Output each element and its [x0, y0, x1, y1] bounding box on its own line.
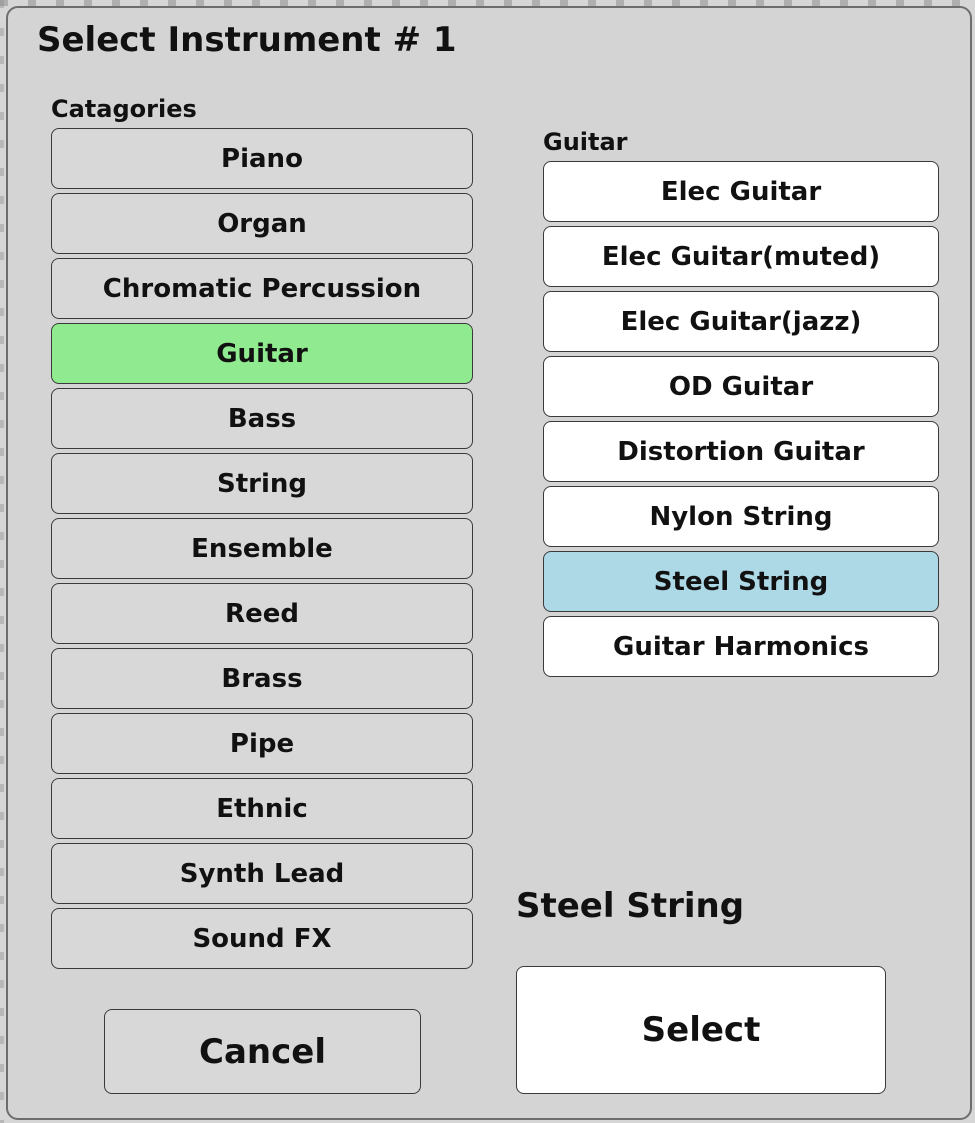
instrument-group-label: Guitar: [543, 128, 628, 156]
category-button[interactable]: Synth Lead: [51, 843, 473, 904]
category-button[interactable]: Chromatic Percussion: [51, 258, 473, 319]
category-button-selected[interactable]: Guitar: [51, 323, 473, 384]
category-button[interactable]: Organ: [51, 193, 473, 254]
cancel-button[interactable]: Cancel: [104, 1009, 421, 1094]
category-button[interactable]: Pipe: [51, 713, 473, 774]
category-button[interactable]: Ethnic: [51, 778, 473, 839]
category-button[interactable]: Sound FX: [51, 908, 473, 969]
instrument-button[interactable]: Nylon String: [543, 486, 939, 547]
selected-instrument-name: Steel String: [516, 886, 745, 926]
category-button[interactable]: Ensemble: [51, 518, 473, 579]
instrument-button[interactable]: Elec Guitar(jazz): [543, 291, 939, 352]
category-list: Piano Organ Chromatic Percussion Guitar …: [51, 128, 473, 973]
select-button[interactable]: Select: [516, 966, 886, 1094]
categories-label: Catagories: [51, 95, 197, 123]
instrument-button-selected[interactable]: Steel String: [543, 551, 939, 612]
category-button[interactable]: String: [51, 453, 473, 514]
instrument-list: Elec Guitar Elec Guitar(muted) Elec Guit…: [543, 161, 939, 681]
category-button[interactable]: Brass: [51, 648, 473, 709]
dialog-title: Select Instrument # 1: [37, 20, 457, 60]
instrument-button[interactable]: Elec Guitar(muted): [543, 226, 939, 287]
category-button[interactable]: Reed: [51, 583, 473, 644]
window-left-edge: [0, 0, 4, 1123]
category-button[interactable]: Bass: [51, 388, 473, 449]
instrument-button[interactable]: Elec Guitar: [543, 161, 939, 222]
instrument-button[interactable]: OD Guitar: [543, 356, 939, 417]
instrument-button[interactable]: Guitar Harmonics: [543, 616, 939, 677]
instrument-button[interactable]: Distortion Guitar: [543, 421, 939, 482]
category-button[interactable]: Piano: [51, 128, 473, 189]
